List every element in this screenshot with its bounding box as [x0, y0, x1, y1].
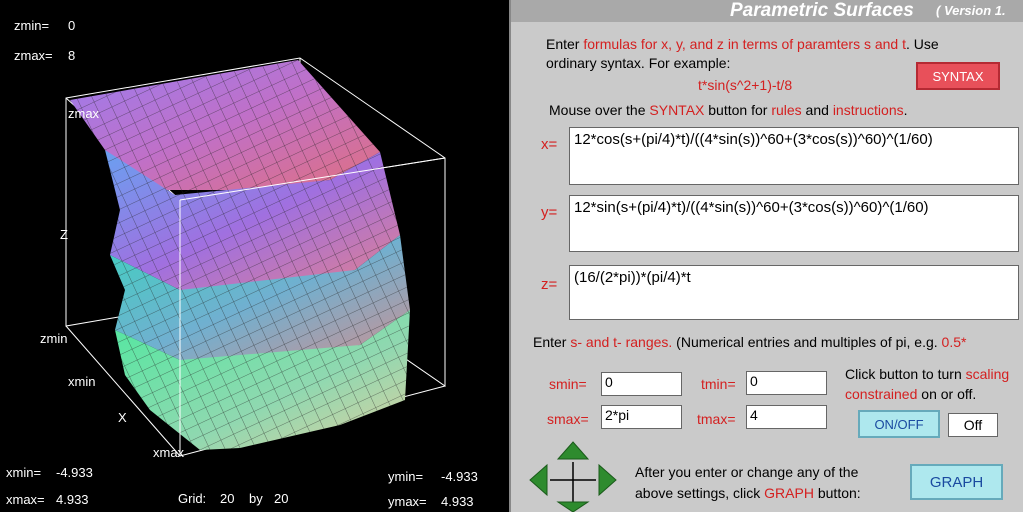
zmax-label: zmax= [14, 48, 53, 63]
box-xmin-label: xmin [68, 374, 96, 389]
graph-note-line-2: above settings, click GRAPH button: [635, 485, 861, 501]
grid-a: 20 [220, 491, 235, 506]
ranges-intro: Enter s- and t- ranges. (Numerical entri… [533, 334, 967, 350]
instructions-line-3: Mouse over the SYNTAX button for rules a… [549, 102, 908, 118]
ymax-label: ymax= [388, 494, 427, 509]
instructions-line-2: ordinary syntax. For example: [546, 55, 731, 71]
xmax-label: xmax= [6, 492, 45, 507]
ymin-value: -4.933 [441, 469, 478, 484]
app-version: ( Version 1. [936, 3, 1006, 18]
x-label: x= [541, 136, 558, 153]
scaling-line-1: Click button to turn scaling [845, 366, 1010, 382]
xmin-label: xmin= [6, 465, 42, 480]
arrow-right-icon[interactable] [598, 463, 617, 497]
arrow-up-icon[interactable] [556, 441, 590, 460]
syntax-button[interactable]: SYNTAX [916, 62, 1000, 90]
graph-note-line-1: After you enter or change any of the [635, 464, 859, 480]
grid-b: 20 [274, 491, 289, 506]
x-formula-input[interactable]: 12*cos(s+(pi/4)*t)/((4*sin(s))^60+(3*cos… [569, 127, 1019, 185]
app-title: Parametric Surfaces [730, 0, 914, 21]
box-z-label: Z [60, 227, 68, 242]
y-formula-input[interactable]: 12*sin(s+(pi/4)*t)/((4*sin(s))^60+(3*cos… [569, 195, 1019, 252]
tmax-label: tmax= [697, 411, 736, 427]
ymax-value: 4.933 [441, 494, 474, 509]
surface-plot[interactable] [0, 0, 509, 512]
smax-input[interactable]: 2*pi [601, 405, 682, 429]
smax-label: smax= [547, 411, 589, 427]
ymin-label: ymin= [388, 469, 424, 484]
box-x-label: X [118, 410, 127, 425]
zmin-value: 0 [68, 18, 76, 33]
zmin-label: zmin= [14, 18, 50, 33]
box-zmax-label: zmax [68, 106, 100, 121]
tmin-input[interactable]: 0 [746, 371, 827, 395]
arrow-left-icon[interactable] [529, 463, 548, 497]
smin-label: smin= [549, 376, 587, 392]
y-label: y= [541, 204, 558, 221]
xmax-value: 4.933 [56, 492, 89, 507]
example-formula: t*sin(s^2+1)-t/8 [698, 77, 793, 93]
box-xmax-label: xmax [153, 445, 185, 460]
tmin-label: tmin= [701, 376, 736, 392]
scaling-line-2: constrained on or off. [845, 386, 977, 402]
tmax-input[interactable]: 4 [746, 405, 827, 429]
grid-by: by [249, 491, 263, 506]
z-formula-input[interactable]: (16/(2*pi))*(pi/4)*t [569, 265, 1019, 320]
z-label: z= [541, 276, 558, 293]
xmin-value: -4.933 [56, 465, 93, 480]
graph-canvas[interactable]: zmin= 0 zmax= 8 zmax Z zmin xmin X xmax … [0, 0, 511, 512]
surface [70, 60, 410, 450]
grid-label: Grid: [178, 491, 207, 506]
arrow-down-icon[interactable] [556, 501, 590, 512]
instructions-line-1: Enter formulas for x, y, and z in terms … [546, 36, 939, 52]
graph-button[interactable]: GRAPH [910, 464, 1003, 500]
box-zmin-label: zmin [40, 331, 68, 346]
scaling-toggle-button[interactable]: ON/OFF [858, 410, 940, 438]
rotation-arrow-pad[interactable] [528, 440, 618, 512]
smin-input[interactable]: 0 [601, 372, 682, 396]
scaling-status: Off [948, 413, 998, 437]
zmax-value: 8 [68, 48, 76, 63]
